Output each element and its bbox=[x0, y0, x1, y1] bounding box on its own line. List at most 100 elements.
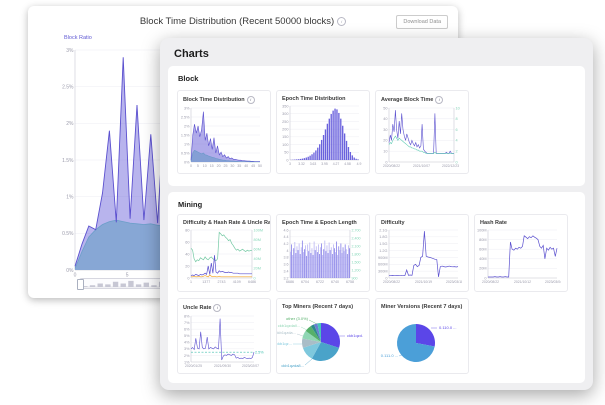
svg-text:350: 350 bbox=[282, 104, 288, 108]
svg-text:80M: 80M bbox=[254, 238, 261, 242]
svg-text:3.8: 3.8 bbox=[284, 256, 289, 260]
card-title: Uncle Rate bbox=[183, 305, 211, 311]
svg-text:40M: 40M bbox=[479, 257, 486, 261]
svg-text:30: 30 bbox=[383, 128, 387, 132]
chart-card-difficulty[interactable]: Difficulty 2.1G1.8G1.5G1.2G900M600M300M0… bbox=[375, 214, 469, 292]
svg-text:200: 200 bbox=[282, 127, 288, 131]
svg-text:1.5%: 1.5% bbox=[62, 158, 74, 164]
svg-text:4.9: 4.9 bbox=[357, 162, 362, 166]
svg-text:8: 8 bbox=[456, 117, 458, 121]
svg-text:4: 4 bbox=[456, 139, 458, 143]
section-label-block: Block bbox=[168, 66, 585, 83]
svg-text:100M: 100M bbox=[254, 228, 264, 232]
svg-text:3: 3 bbox=[289, 162, 291, 166]
chart-card-average-block-time[interactable]: Average Block Timei 50403020100108642020… bbox=[375, 90, 469, 174]
pie-chart: 0.110.0 ...0.111.0 ... bbox=[376, 312, 468, 368]
info-icon[interactable]: i bbox=[435, 96, 443, 104]
svg-text:2.5%: 2.5% bbox=[62, 84, 74, 90]
svg-text:60: 60 bbox=[185, 240, 189, 244]
svg-text:6722: 6722 bbox=[316, 280, 324, 284]
svg-text:3.6: 3.6 bbox=[284, 263, 289, 267]
download-data-button[interactable]: Download Data bbox=[396, 15, 448, 29]
svg-text:8%: 8% bbox=[184, 314, 190, 318]
window-title: Block Time Distribution (Recent 50000 bl… bbox=[28, 6, 458, 27]
card-title: Epoch Time Distribution bbox=[282, 96, 345, 102]
svg-text:2020/01/25: 2020/01/25 bbox=[185, 364, 202, 368]
svg-text:50: 50 bbox=[383, 106, 387, 110]
svg-text:1%: 1% bbox=[184, 142, 190, 146]
svg-text:5%: 5% bbox=[184, 334, 190, 338]
mining-section: Mining Difficulty & Hash Rate & Uncle Ra… bbox=[168, 192, 585, 383]
svg-text:2021/10/12: 2021/10/12 bbox=[514, 280, 531, 284]
svg-text:6: 6 bbox=[456, 128, 458, 132]
info-icon[interactable]: i bbox=[213, 304, 221, 312]
svg-text:2022/12/23: 2022/12/23 bbox=[442, 164, 459, 168]
svg-text:40: 40 bbox=[185, 252, 189, 256]
pie-chart: other (3.0%)ckb1qzdall...ckb1qzda...ckb1… bbox=[277, 312, 369, 368]
mini-chart: 4.64.44.243.83.63.43.22,7002,4002,1001,8… bbox=[277, 228, 369, 286]
svg-text:4.6: 4.6 bbox=[284, 228, 289, 232]
svg-text:80: 80 bbox=[185, 228, 189, 232]
svg-text:20: 20 bbox=[217, 164, 221, 168]
svg-text:2020/08/22: 2020/08/22 bbox=[383, 164, 400, 168]
chart-card-epoch-time-epoch-length[interactable]: Epoch Time & Epoch Length 4.64.44.243.83… bbox=[276, 214, 370, 292]
svg-text:2020/08/22: 2020/08/22 bbox=[482, 280, 499, 284]
svg-text:1%: 1% bbox=[66, 194, 74, 200]
svg-text:50: 50 bbox=[284, 151, 288, 155]
svg-text:3%: 3% bbox=[184, 106, 190, 110]
mini-chart: 806040200100M80M60M40M20M011377274341096… bbox=[178, 228, 270, 286]
svg-text:0.5%: 0.5% bbox=[62, 231, 74, 237]
svg-text:2%: 2% bbox=[184, 124, 190, 128]
charts-page: Charts Block Block Time Distributioni 3%… bbox=[160, 38, 593, 390]
card-title: Top Miners (Recent 7 days) bbox=[282, 304, 353, 310]
svg-text:900M: 900M bbox=[378, 256, 388, 260]
svg-text:25: 25 bbox=[224, 164, 228, 168]
svg-text:10: 10 bbox=[203, 164, 207, 168]
svg-text:other (3.0%): other (3.0%) bbox=[286, 316, 309, 321]
svg-text:4.58: 4.58 bbox=[344, 162, 351, 166]
y-axis-label: Block Ratio bbox=[64, 35, 92, 41]
svg-text:2%: 2% bbox=[66, 121, 74, 127]
svg-text:2,100: 2,100 bbox=[352, 244, 361, 248]
svg-text:0.5%: 0.5% bbox=[181, 151, 190, 155]
svg-text:2023/03/04: 2023/03/04 bbox=[545, 280, 561, 284]
datazoom-handle-left[interactable] bbox=[77, 279, 84, 290]
svg-text:30: 30 bbox=[230, 164, 234, 168]
svg-text:3.32: 3.32 bbox=[298, 162, 305, 166]
chart-card-uncle-rate[interactable]: Uncle Ratei 8%7%6%5%4%3%2%1%2020/01/2520… bbox=[177, 298, 271, 374]
chart-card-hash-rate[interactable]: Hash Rate 100M80M60M40M20M02020/08/22202… bbox=[474, 214, 568, 292]
svg-text:1377: 1377 bbox=[202, 280, 210, 284]
svg-text:ckb1qzd...: ckb1qzd... bbox=[347, 333, 363, 338]
svg-text:3.63: 3.63 bbox=[310, 162, 317, 166]
chart-card-epoch-time-distribution[interactable]: Epoch Time Distribution 3503002502001501… bbox=[276, 90, 370, 174]
svg-text:250: 250 bbox=[282, 120, 288, 124]
chart-card-top-miners[interactable]: Top Miners (Recent 7 days) other (3.0%)c… bbox=[276, 298, 370, 374]
card-title: Epoch Time & Epoch Length bbox=[282, 220, 357, 226]
svg-text:2,700: 2,700 bbox=[352, 228, 361, 232]
svg-text:1.8G: 1.8G bbox=[379, 235, 387, 239]
svg-text:2021/10/19: 2021/10/19 bbox=[415, 280, 432, 284]
svg-text:1.2G: 1.2G bbox=[379, 249, 387, 253]
mini-chart: 5040302010010864202020/08/222021/10/0720… bbox=[376, 106, 468, 170]
svg-text:2.5%: 2.5% bbox=[255, 351, 264, 355]
mini-chart: 3%2.5%2%1.5%1%0.5%0%05101520253035404550 bbox=[178, 106, 270, 170]
info-icon[interactable]: i bbox=[337, 17, 346, 26]
svg-text:5: 5 bbox=[197, 164, 199, 168]
svg-text:2020/08/22: 2020/08/22 bbox=[383, 280, 400, 284]
svg-text:300M: 300M bbox=[378, 269, 388, 273]
card-title: Difficulty & Hash Rate & Uncle Rate bbox=[183, 220, 270, 226]
chart-card-miner-versions[interactable]: Miner Versions (Recent 7 days) 0.110.0 .… bbox=[375, 298, 469, 374]
svg-text:6740: 6740 bbox=[331, 280, 339, 284]
info-icon[interactable]: i bbox=[247, 96, 255, 104]
svg-text:6686: 6686 bbox=[286, 280, 294, 284]
svg-text:2.5%: 2.5% bbox=[181, 115, 190, 119]
svg-text:60M: 60M bbox=[254, 248, 261, 252]
svg-text:2021/10/07: 2021/10/07 bbox=[413, 164, 430, 168]
mini-chart: 35030025020015010050033.323.633.954.274.… bbox=[277, 104, 369, 168]
chart-card-difficulty-hashrate-unclerate[interactable]: Difficulty & Hash Rate & Uncle Rate 80 60… bbox=[177, 214, 271, 292]
svg-text:50: 50 bbox=[258, 164, 262, 168]
chart-card-block-time-distribution[interactable]: Block Time Distributioni 3%2.5%2%1.5%1%0… bbox=[177, 90, 271, 174]
svg-text:3.95: 3.95 bbox=[321, 162, 328, 166]
card-title: Hash Rate bbox=[480, 220, 507, 226]
svg-text:300: 300 bbox=[282, 112, 288, 116]
